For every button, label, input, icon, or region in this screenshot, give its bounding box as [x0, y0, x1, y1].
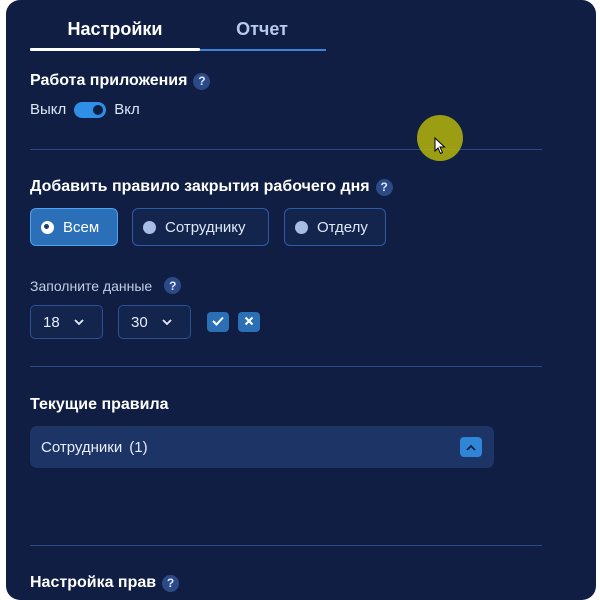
tab-settings[interactable]: Настройки [30, 10, 200, 48]
divider [30, 366, 542, 367]
help-icon[interactable]: ? [162, 574, 180, 592]
chevron-down-icon [74, 315, 84, 329]
current-rules-title: Текущие правила [30, 396, 169, 413]
chevron-down-icon [162, 315, 172, 329]
minute-select[interactable]: 30 [118, 305, 191, 339]
option-all-label: Всем [63, 218, 100, 236]
option-all-button[interactable]: Всем [30, 208, 118, 246]
check-icon [212, 313, 224, 331]
rights-title-row: Настройка прав ? [30, 574, 180, 592]
app-work-toggle-row: Выкл Вкл [30, 101, 140, 118]
hour-value: 18 [43, 313, 60, 331]
confirm-button[interactable] [207, 312, 229, 332]
help-icon[interactable]: ? [375, 178, 393, 196]
radio-dot-icon [295, 220, 308, 234]
radio-dot-icon [143, 220, 156, 234]
divider [30, 545, 542, 546]
current-rules-title-row: Текущие правила [30, 396, 169, 414]
toggle-off-label: Выкл [30, 101, 67, 118]
close-icon [244, 313, 254, 331]
option-department-button[interactable]: Отделу [284, 208, 386, 246]
app-work-toggle-switch[interactable] [74, 101, 107, 118]
add-rule-title-row: Добавить правило закрытия рабочего дня ? [30, 178, 393, 196]
app-work-title: Работа приложения [30, 72, 188, 89]
help-icon[interactable]: ? [164, 277, 182, 294]
toggle-on-label: Вкл [114, 101, 140, 118]
accordion-count: (1) [129, 438, 148, 456]
settings-panel: Настройки Отчет Работа приложения ? Выкл… [6, 0, 596, 600]
radio-dot-icon [41, 220, 54, 234]
option-employee-label: Сотруднику [165, 218, 246, 236]
cancel-button[interactable] [238, 312, 260, 332]
employees-rules-accordion[interactable]: Сотрудники (1) [30, 426, 494, 468]
mouse-cursor-icon [434, 136, 446, 160]
add-rule-title: Добавить правило закрытия рабочего дня [30, 178, 370, 195]
tab-report[interactable]: Отчет [200, 10, 324, 48]
toggle-knob [93, 104, 104, 115]
app-work-title-row: Работа приложения ? [30, 72, 211, 90]
accordion-label: Сотрудники [41, 438, 123, 456]
hour-select[interactable]: 18 [30, 305, 103, 339]
option-department-label: Отделу [317, 218, 368, 236]
option-employee-button[interactable]: Сотруднику [132, 208, 269, 246]
active-tab-indicator [30, 48, 200, 51]
fill-data-label: Заполните данные [30, 277, 153, 294]
help-icon[interactable]: ? [193, 72, 211, 90]
divider [30, 149, 542, 150]
fill-data-label-row: Заполните данные ? [30, 277, 182, 294]
rights-title: Настройка прав [30, 574, 157, 591]
chevron-up-icon[interactable] [460, 437, 482, 457]
tab-bar-underline [200, 49, 326, 51]
minute-value: 30 [131, 313, 148, 331]
